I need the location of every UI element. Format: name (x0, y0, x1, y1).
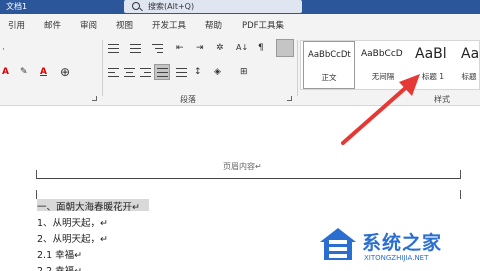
line-spacing-icon[interactable]: ↕ (194, 66, 202, 78)
body-line[interactable]: 2.1 幸福↵ (37, 247, 82, 261)
body-line[interactable]: 2、从明天起，↵ (37, 231, 108, 245)
tab-pdf-tools[interactable]: PDF工具集 (242, 19, 284, 31)
body-line[interactable]: 2.2 幸福↵ (37, 263, 82, 271)
style-heading-1[interactable]: AaBl 标题 1 (411, 41, 455, 89)
borders-icon[interactable]: ⊞ (240, 66, 248, 78)
change-case-icon[interactable]: ⊕ (60, 66, 70, 78)
style-preview: AaBbCcD (361, 49, 403, 59)
watermark-title: 系统之家 (362, 232, 443, 254)
watermark: 系统之家 XITONGZHIJIA.NET (318, 224, 480, 271)
style-preview: AaBbCcDt (308, 50, 351, 60)
bullets-icon[interactable] (108, 44, 119, 54)
selected-format-button[interactable] (276, 39, 294, 57)
style-no-spacing[interactable]: AaBbCcD 无间隔 (357, 41, 409, 89)
paragraph-launcher-icon[interactable] (287, 96, 292, 101)
styles-gallery: AaBbCcDt 正文 AaBbCcD 无间隔 AaBl 标题 1 AaB 标题 (300, 40, 480, 90)
justify-icon (157, 68, 168, 78)
styles-group-label: 样式 (434, 95, 450, 104)
align-left-icon[interactable] (108, 68, 119, 78)
style-preview: AaBl (415, 46, 447, 62)
multilevel-list-icon[interactable] (152, 44, 163, 54)
align-center-icon[interactable] (124, 68, 135, 78)
tab-help[interactable]: 帮助 (205, 19, 222, 31)
crop-mark (460, 170, 461, 179)
title-bar: 文档1 搜索(Alt+Q) (0, 0, 480, 14)
style-name: 标题 (461, 72, 477, 81)
separator (297, 40, 298, 96)
tab-developer[interactable]: 开发工具 (152, 19, 186, 31)
font-launcher-icon[interactable] (92, 96, 97, 101)
house-logo-icon (320, 228, 356, 260)
sort-icon[interactable]: A↓ (236, 42, 248, 54)
align-right-icon[interactable] (140, 68, 151, 78)
tab-mailings[interactable]: 邮件 (44, 19, 61, 31)
header-content[interactable]: 页眉内容↵ (223, 161, 262, 172)
tab-view[interactable]: 视图 (116, 19, 133, 31)
style-title[interactable]: AaB 标题 (457, 41, 480, 89)
style-preview: AaB (461, 46, 480, 62)
font-color-icon[interactable]: A (40, 66, 47, 78)
paragraph-group-label: 段落 (180, 95, 196, 104)
style-name: 标题 1 (421, 72, 445, 81)
numbering-icon[interactable] (130, 44, 141, 54)
tab-references[interactable]: 引用 (8, 19, 25, 31)
crop-mark (460, 190, 461, 199)
watermark-url: XITONGZHIJIA.NET (364, 254, 429, 262)
highlight-icon[interactable]: ✎ (20, 66, 28, 78)
show-marks-icon[interactable]: ¶ (258, 42, 264, 54)
search-placeholder: 搜索(Alt+Q) (148, 2, 195, 11)
tab-review[interactable]: 审阅 (80, 19, 97, 31)
search-icon (132, 2, 140, 10)
header-divider (36, 178, 461, 179)
search-box[interactable]: 搜索(Alt+Q) (124, 0, 302, 13)
text-effects-icon[interactable]: A (2, 66, 9, 78)
crop-mark (36, 190, 37, 199)
style-name: 无间隔 (371, 72, 395, 81)
body-line[interactable]: 1、从明天起，↵ (37, 215, 108, 229)
style-normal[interactable]: AaBbCcDt 正文 (303, 41, 355, 89)
font-size-icon[interactable]: · (2, 44, 5, 56)
ribbon: · A ✎ A ⊕ ⇤ ⇥ ✲ A↓ ¶ ↕ ◈ ⊞ 段落 AaBbCcDt 正… (0, 36, 480, 106)
decrease-indent-icon[interactable]: ⇤ (176, 42, 184, 54)
shading-icon[interactable]: ◈ (214, 66, 221, 78)
ribbon-tabs: 引用 邮件 审阅 视图 开发工具 帮助 PDF工具集 (0, 14, 480, 36)
distributed-icon[interactable] (176, 68, 187, 78)
increase-indent-icon[interactable]: ⇥ (196, 42, 204, 54)
crop-mark (36, 170, 37, 179)
heading-1-line[interactable]: 一、面朝大海春暖花开↵ (37, 199, 140, 213)
separator (102, 40, 103, 96)
style-name: 正文 (321, 73, 337, 82)
chinese-layout-icon[interactable]: ✲ (216, 42, 224, 54)
document-title: 文档1 (6, 2, 28, 11)
